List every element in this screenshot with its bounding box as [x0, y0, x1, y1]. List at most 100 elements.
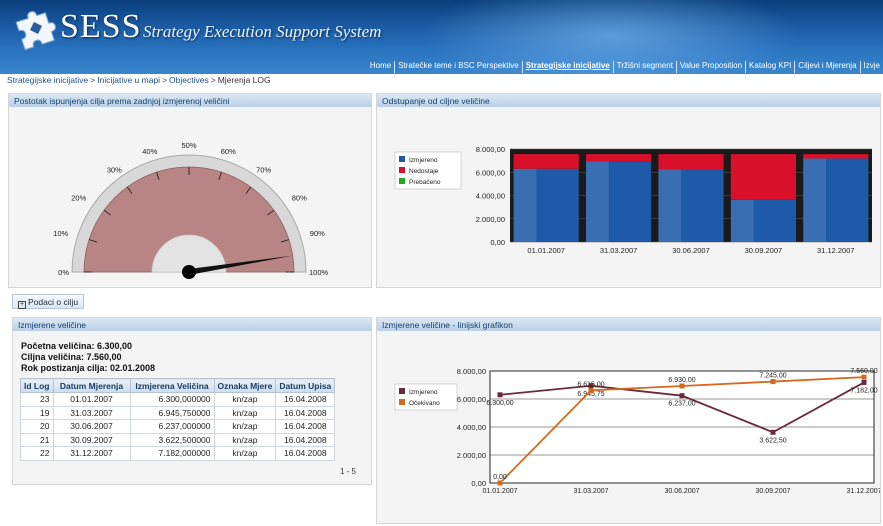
cell-datum-mjerenja: 31.12.2007 — [52, 446, 131, 461]
bar-highlight — [803, 158, 827, 242]
cell-datum-upisa: 16.04.2008 — [275, 392, 336, 407]
point-measured — [679, 393, 685, 399]
bar-legend: Izmjereno Nedostaje Prebačeno — [394, 151, 462, 190]
point-expected — [497, 480, 503, 486]
bar-y-tick-label: 2.000,00 — [476, 215, 505, 224]
podaci-o-cilju-label: Podaci o cilju — [28, 297, 79, 307]
bar-y-tick-label: 0,00 — [490, 238, 505, 247]
legend-label: Nedostaje — [409, 168, 439, 175]
cell-oznaka-mjere: kn/zap — [213, 419, 277, 434]
bar-highlight — [730, 199, 754, 242]
cell-datum-mjerenja: 30.09.2007 — [52, 432, 131, 447]
bar-x-tick-label: 31.03.2007 — [600, 246, 638, 255]
column-header-izmjerena-velicina[interactable]: Izmjerena Veličina — [129, 378, 215, 393]
bar-x-tick-label: 01.01.2007 — [527, 246, 565, 255]
cell-oznaka-mjere: kn/zap — [213, 405, 277, 420]
line-y-tick-label: 2.000,00 — [457, 451, 486, 460]
nav-item-value-proposition[interactable]: Value Proposition — [675, 61, 745, 73]
deadline-text: Rok postizanja cilja: 02.01.2008 — [21, 363, 156, 373]
start-value-text: Početna veličina: 6.300,00 — [21, 341, 133, 351]
line-y-tick-label: 0,00 — [471, 479, 486, 488]
top-navigation: Home Stratečke teme i BSC Perspektive Stra… — [300, 61, 883, 73]
cell-datum-mjerenja: 01.01.2007 — [52, 392, 131, 407]
cell-izmjerena-velicina: 6.300,000000 — [129, 392, 215, 407]
column-header-oznaka-mjere[interactable]: Oznaka Mjere — [213, 378, 277, 393]
bar-highlight — [658, 169, 682, 242]
data-label-expected: 0,00 — [493, 474, 507, 481]
bar-x-tick-label: 30.09.2007 — [745, 246, 783, 255]
cell-datum-mjerenja: 30.06.2007 — [52, 419, 131, 434]
gauge-tick-label: 50% — [181, 141, 196, 150]
table-row[interactable]: 19 31.03.2007 6.945,750000 kn/zap 16.04.2008 — [20, 405, 336, 420]
bar-y-tick-label: 8.000,00 — [476, 145, 505, 154]
bar-missing — [658, 154, 724, 170]
data-label-measured: 6.300,00 — [486, 400, 513, 407]
cell-datum-upisa: 16.04.2008 — [275, 432, 336, 447]
line-x-tick-label: 31.12.2007 — [846, 488, 880, 495]
breadcrumb-inicijative-u-mapi[interactable]: Inicijative u mapi — [97, 75, 160, 85]
stacked-bar-chart: 0,00 2.000,00 4.000,00 6.000,00 8.000,00 01.0… — [394, 145, 872, 255]
gauge-tick-label: 80% — [292, 193, 307, 202]
goal-info: Početna veličina: 6.300,00 Ciljna veliči… — [21, 341, 155, 374]
point-expected — [679, 383, 685, 389]
line-x-tick-label: 31.03.2007 — [573, 488, 608, 495]
bar-panel-title: Odstupanje od ciljne veličine — [377, 94, 880, 107]
column-header-datum-upisa[interactable]: Datum Upisa — [275, 378, 336, 393]
bar-y-tick-label: 6.000,00 — [476, 168, 505, 177]
bar-x-tick-label: 31.12.2007 — [817, 246, 855, 255]
cell-id-log: 19 — [20, 405, 54, 420]
cell-datum-upisa: 16.04.2008 — [275, 405, 336, 420]
bar-y-tick-label: 4.000,00 — [476, 192, 505, 201]
column-header-datum-mjerenja[interactable]: Datum Mjerenja — [52, 378, 131, 393]
gauge-tick-label: 100% — [309, 268, 329, 277]
nav-item-ciljevi-i-mjerenja[interactable]: Ciljevi i Mjerenja — [794, 61, 859, 73]
legend-swatch — [399, 167, 405, 173]
data-label-measured: 6.237,00 — [668, 401, 695, 408]
nav-item-home[interactable]: Home — [367, 61, 394, 73]
line-x-tick-label: 30.09.2007 — [755, 488, 790, 495]
bar-missing — [586, 154, 652, 162]
data-label-expected: 7.560,00 — [850, 368, 877, 375]
breadcrumb-strategijske-inicijative[interactable]: Strategijske inicijative — [7, 75, 88, 85]
bar-highlight — [586, 161, 609, 242]
point-measured — [770, 429, 776, 435]
bar-missing — [803, 154, 869, 159]
nav-item-izvje[interactable]: Izvje — [859, 61, 883, 73]
gauge-tick-label: 30% — [107, 165, 122, 174]
data-label-measured: 7.182,00 — [850, 387, 877, 394]
cell-izmjerena-velicina: 7.182,000000 — [129, 446, 215, 461]
table-row[interactable]: 23 01.01.2007 6.300,000000 kn/zap 16.04.2008 — [20, 392, 336, 407]
table-row[interactable]: 22 31.12.2007 7.182,000000 kn/zap 16.04.2008 — [20, 446, 336, 461]
table-row[interactable]: 20 30.06.2007 6.237,000000 kn/zap 16.04.2008 — [20, 419, 336, 434]
gauge-pivot — [182, 265, 196, 279]
table-body: 23 01.01.2007 6.300,000000 kn/zap 16.04.2008… — [20, 392, 336, 461]
line-x-tick-label: 30.06.2007 — [664, 488, 699, 495]
point-expected — [770, 379, 776, 385]
bar-x-tick-label: 30.06.2007 — [672, 246, 710, 255]
legend-label: Izmjereno — [409, 157, 438, 164]
nav-item-trzisni-segment[interactable]: Tržišni segment — [612, 61, 676, 73]
puzzle-logo-icon — [15, 11, 56, 51]
nav-item-stratecke-teme-i-bsc-perspektive[interactable]: Stratečke teme i BSC Perspektive — [394, 61, 522, 73]
gauge-tick-label: 0% — [58, 268, 69, 277]
nav-item-katalog-kpi[interactable]: Katalog KPI — [745, 61, 794, 73]
gauge-tick-label: 90% — [310, 229, 325, 238]
line-panel-title: Izmjerene veličine - linijski grafikon — [377, 318, 880, 331]
nav-item-strategijske-inicijative[interactable]: Strategijske inicijative — [521, 61, 613, 73]
data-label-expected: 6.930,00 — [668, 377, 695, 384]
cell-oznaka-mjere: kn/zap — [213, 446, 277, 461]
pager[interactable]: 1 - 5 — [340, 467, 356, 476]
cell-id-log: 21 — [20, 432, 54, 447]
line-y-tick-label: 6.000,00 — [457, 395, 486, 404]
gauge-chart: 0% 10% 20% 30% 40% 50% 60% 70% 80% 90% 100% — [53, 141, 329, 279]
cell-datum-mjerenja: 31.03.2007 — [52, 405, 131, 420]
line-chart-panel: Izmjerene veličine - linijski grafikon 0… — [376, 317, 882, 524]
breadcrumb-objectives[interactable]: Objectives — [169, 75, 209, 85]
app-full-title: Strategy Execution Support System — [143, 22, 382, 41]
bar-missing — [730, 154, 796, 200]
legend-label: Izmjereno — [409, 389, 438, 396]
column-header-id-log[interactable]: Id Log — [20, 378, 54, 393]
table-row[interactable]: 21 30.09.2007 3.622,500000 kn/zap 16.04.2008 — [20, 432, 336, 447]
podaci-o-cilju-button[interactable]: + Podaci o cilju — [12, 294, 85, 309]
table-panel-title: Izmjerene veličine — [13, 318, 371, 331]
